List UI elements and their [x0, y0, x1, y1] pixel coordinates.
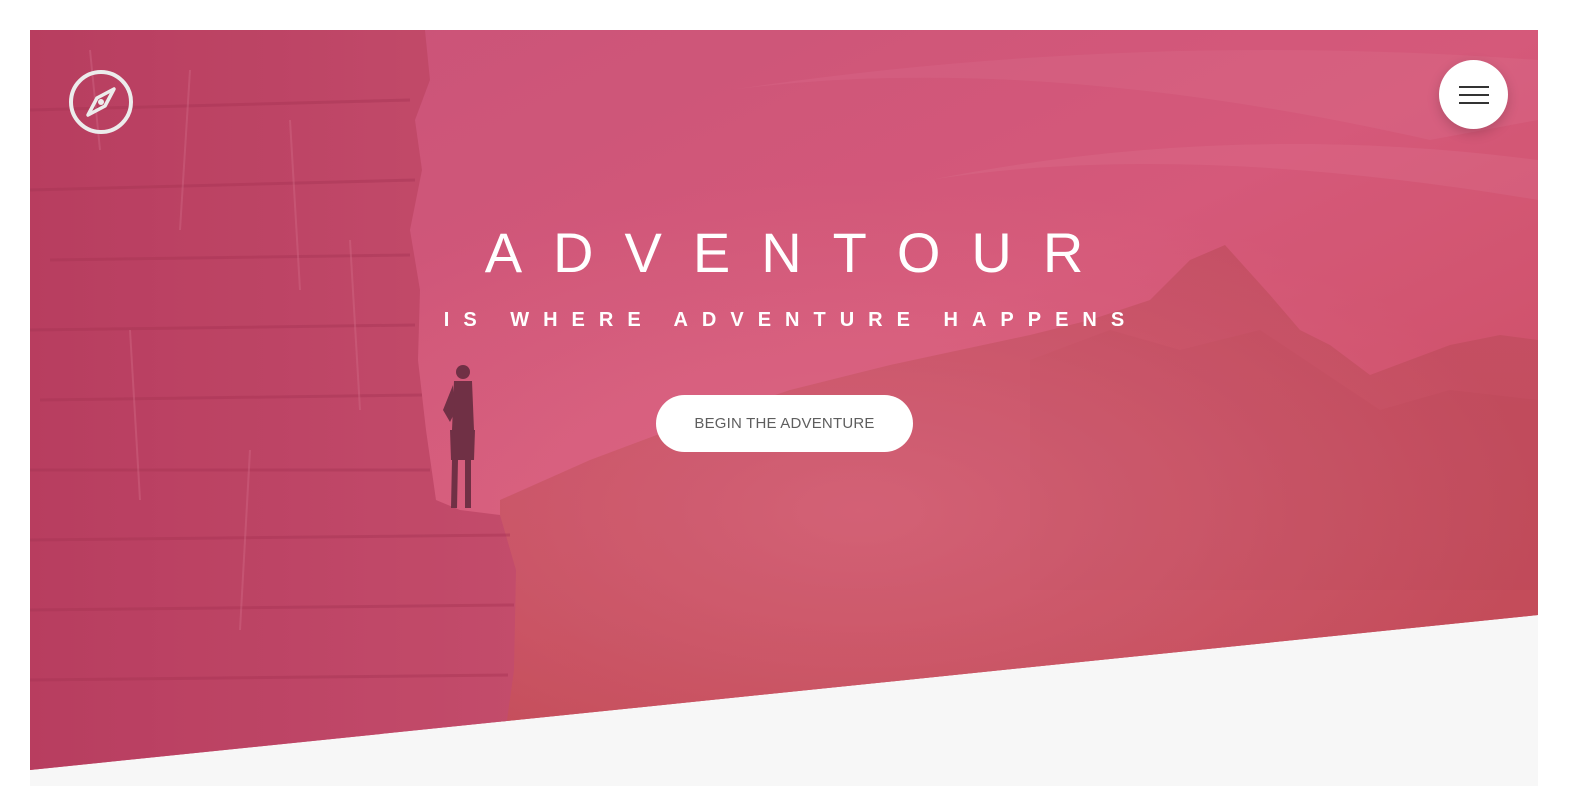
page: ADVENTOUR IS WHERE ADVENTURE HAPPENS BEG… — [0, 0, 1583, 786]
hero-section: ADVENTOUR IS WHERE ADVENTURE HAPPENS BEG… — [30, 30, 1538, 770]
page-frame: ADVENTOUR IS WHERE ADVENTURE HAPPENS BEG… — [30, 30, 1538, 786]
menu-button[interactable] — [1439, 60, 1508, 129]
compass-icon[interactable] — [68, 69, 134, 135]
begin-adventure-button[interactable]: BEGIN THE ADVENTURE — [656, 395, 913, 452]
hero-subtitle: IS WHERE ADVENTURE HAPPENS — [443, 309, 1139, 331]
hamburger-menu-icon — [1458, 85, 1489, 104]
hero-title: ADVENTOUR — [484, 221, 1115, 284]
